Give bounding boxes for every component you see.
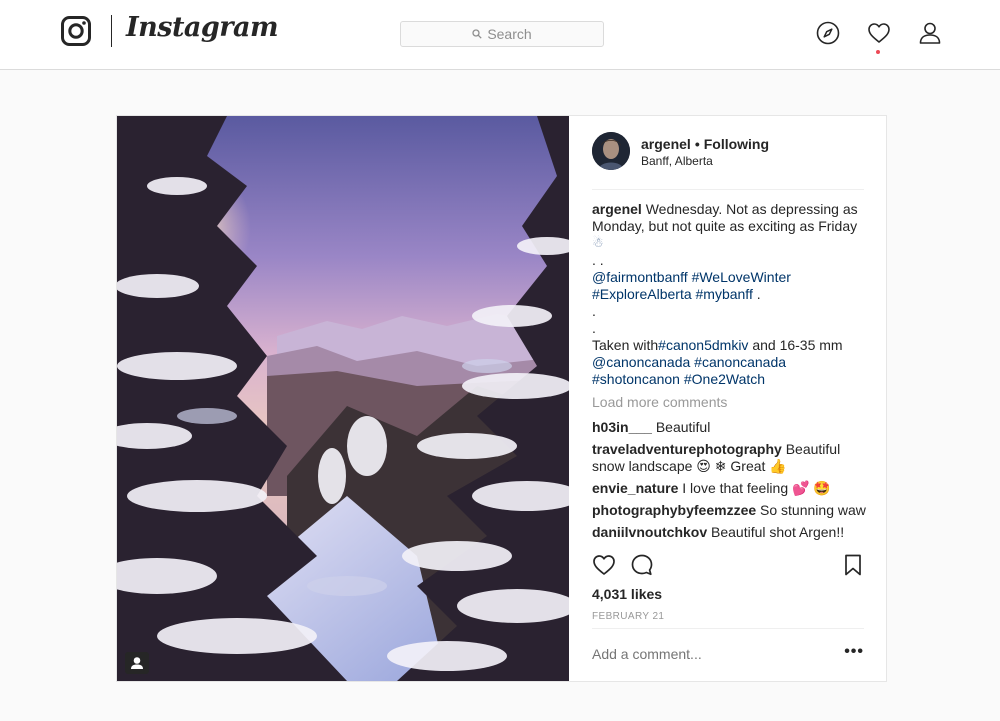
- search-input[interactable]: Search: [400, 21, 604, 47]
- add-comment-input[interactable]: [592, 646, 822, 662]
- post-author: argenel • Following: [641, 136, 769, 152]
- comment: photographybyfeemzzee So stunning waw: [592, 502, 870, 519]
- post-sidebar: argenel • Following Banff, Alberta argenel…: [569, 116, 886, 681]
- comment-bubble-icon[interactable]: [630, 553, 654, 577]
- caption-text-2: Monday, but not quite as exciting as Fri…: [592, 218, 858, 234]
- heart-icon[interactable]: [867, 21, 891, 45]
- caption-tags-3[interactable]: @canoncanada #canoncanada: [592, 354, 870, 371]
- comment-username[interactable]: photographybyfeemzzee: [592, 502, 756, 518]
- caption-dots: . .: [592, 252, 604, 268]
- comment-username[interactable]: daniilvnoutchkov: [592, 524, 707, 540]
- comment: envie_nature I love that feeling 💕 🤩: [592, 480, 870, 497]
- caption-dot-b: .: [592, 320, 596, 336]
- hashtags-explorealberta-mybanff[interactable]: #ExploreAlberta #mybanff: [592, 286, 753, 302]
- nav-divider: [111, 15, 112, 47]
- comment-username[interactable]: traveladventurephotography: [592, 441, 782, 457]
- top-nav: Instagram Search: [0, 0, 1000, 70]
- post-location[interactable]: Banff, Alberta: [641, 154, 713, 168]
- comment-username[interactable]: h03in___: [592, 419, 652, 435]
- instagram-wordmark[interactable]: Instagram: [126, 12, 279, 43]
- add-comment-section: •••: [592, 628, 864, 681]
- taken-suffix: and 16-35 mm: [748, 337, 843, 353]
- separator-dot: •: [694, 136, 700, 152]
- comment-username[interactable]: envie_nature: [592, 480, 678, 496]
- hashtag-canon5dmkiv[interactable]: #canon5dmkiv: [658, 337, 748, 353]
- instagram-camera-icon[interactable]: [61, 16, 91, 46]
- post-card: argenel • Following Banff, Alberta argenel…: [116, 115, 887, 682]
- post-photo[interactable]: [117, 116, 569, 681]
- comment-text: Beautiful: [785, 441, 841, 457]
- post-date[interactable]: FEBRUARY 21: [592, 611, 664, 622]
- caption-tags-1: @fairmontbanff #WeLoveWinter: [592, 269, 870, 286]
- snowman-emoji: ☃: [592, 236, 604, 251]
- tagged-users-badge[interactable]: [125, 652, 149, 674]
- caption-tags-2: #ExploreAlberta #mybanff .: [592, 286, 870, 303]
- comments-list[interactable]: argenel Wednesday. Not as depressing as …: [592, 201, 870, 545]
- caption-text: Wednesday. Not as depressing as: [645, 201, 858, 217]
- search-placeholder: Search: [487, 26, 532, 42]
- compass-icon[interactable]: [816, 21, 840, 45]
- load-more-comments[interactable]: Load more comments: [592, 394, 870, 411]
- caption-period: .: [752, 286, 761, 302]
- comment-text-continued: snow landscape 😍 ❄ Great 👍: [592, 458, 787, 474]
- post-actions: [592, 553, 864, 579]
- comment-text: Beautiful: [655, 419, 711, 435]
- comment-text: So stunning waw: [760, 502, 866, 518]
- like-heart-icon[interactable]: [592, 553, 616, 577]
- comment: daniilvnoutchkov Beautiful shot Argen!!: [592, 524, 870, 541]
- avatar-image: [592, 132, 630, 170]
- following-button[interactable]: Following: [704, 136, 769, 152]
- avatar[interactable]: [592, 132, 630, 170]
- likes-count[interactable]: 4,031 likes: [592, 586, 662, 602]
- caption-username[interactable]: argenel: [592, 201, 642, 217]
- caption-line: argenel Wednesday. Not as depressing as: [592, 201, 870, 218]
- hashtag-welovewinter[interactable]: #WeLoveWinter: [692, 269, 791, 285]
- winter-forest-photo: [117, 116, 569, 681]
- profile-icon[interactable]: [918, 21, 942, 45]
- more-options-button[interactable]: •••: [844, 643, 864, 661]
- comment: h03in___ Beautiful: [592, 419, 870, 436]
- comment-text: I love that feeling 💕 🤩: [682, 480, 831, 496]
- caption-taken-with: Taken with#canon5dmkiv and 16-35 mm: [592, 337, 870, 354]
- mention-fairmontbanff[interactable]: @fairmontbanff: [592, 269, 688, 285]
- author-username[interactable]: argenel: [641, 136, 691, 152]
- notification-dot: [876, 50, 880, 54]
- caption-dot-a: .: [592, 303, 596, 319]
- post-header: argenel • Following Banff, Alberta: [592, 132, 864, 190]
- comment-text: Beautiful shot Argen!!: [711, 524, 845, 540]
- taken-prefix: Taken with: [592, 337, 659, 353]
- comment: traveladventurephotography Beautiful: [592, 441, 870, 458]
- user-tag-icon: [131, 657, 143, 669]
- bookmark-icon[interactable]: [841, 553, 865, 577]
- search-icon: [472, 29, 482, 39]
- caption-tags-4[interactable]: #shotoncanon #One2Watch: [592, 371, 870, 388]
